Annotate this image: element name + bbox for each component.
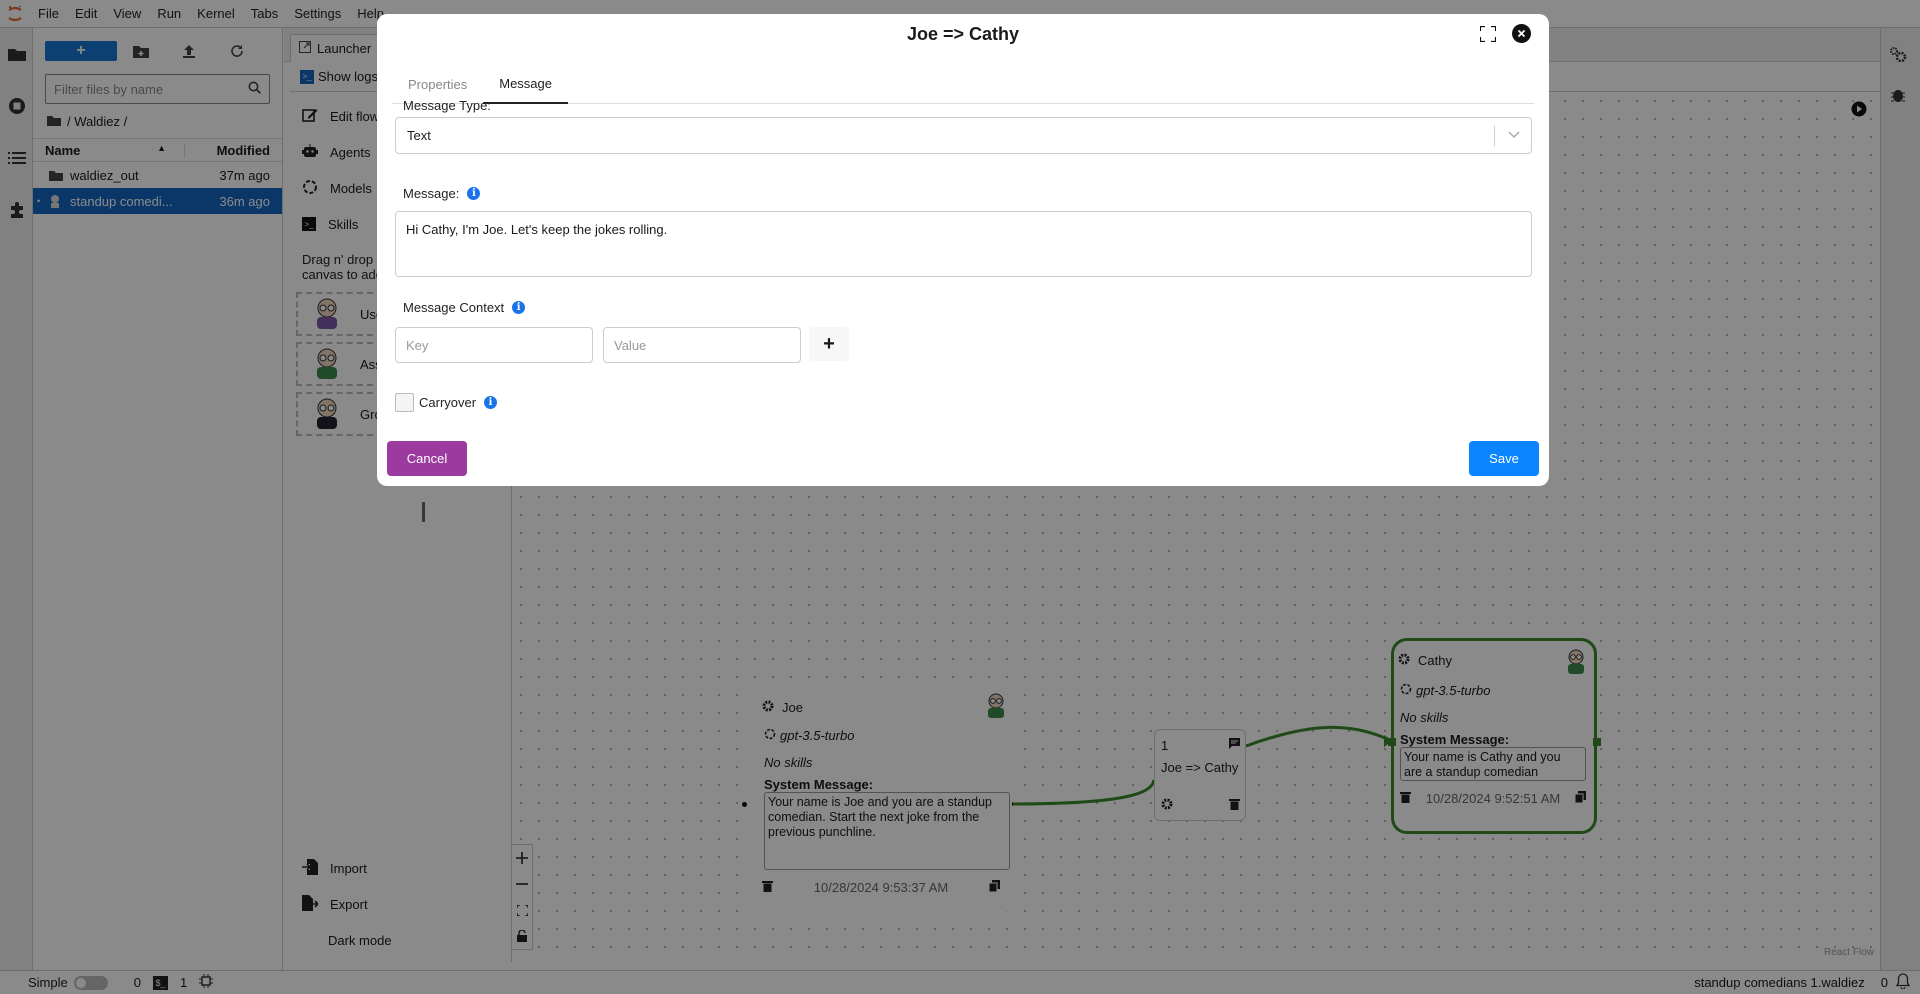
chevron-down-icon (1507, 127, 1521, 144)
add-context-button[interactable]: + (809, 327, 849, 361)
context-label-row: Message Context i (403, 300, 526, 315)
carryover-label: Carryover (419, 395, 477, 410)
message-type-select[interactable]: Text (395, 117, 1532, 154)
info-icon[interactable]: i (484, 396, 498, 409)
cancel-button[interactable]: Cancel (387, 441, 467, 476)
context-key-input[interactable]: Key (395, 327, 593, 363)
message-textarea[interactable]: Hi Cathy, I'm Joe. Let's keep the jokes … (395, 211, 1532, 277)
context-value-input[interactable]: Value (603, 327, 801, 363)
fullscreen-icon[interactable] (1478, 24, 1498, 45)
message-label-row: Message: i (403, 186, 481, 201)
message-context-label: Message Context (403, 300, 505, 315)
message-type-value: Text (407, 128, 431, 143)
info-icon[interactable]: i (467, 187, 481, 200)
modal-tabs: Properties Message (392, 64, 1534, 104)
tab-message[interactable]: Message (483, 64, 568, 104)
message-type-label: Message Type: (403, 98, 491, 113)
carryover-checkbox[interactable] (395, 393, 414, 412)
edge-modal: Joe => Cathy Properties Message Message … (377, 14, 1549, 486)
select-separator (1494, 126, 1495, 146)
message-label: Message: (403, 186, 460, 201)
save-button[interactable]: Save (1469, 441, 1539, 476)
close-icon[interactable] (1512, 24, 1531, 46)
modal-title: Joe => Cathy (906, 24, 1020, 44)
info-icon[interactable]: i (512, 301, 526, 314)
carryover-label-row: Carryover i (419, 395, 498, 410)
